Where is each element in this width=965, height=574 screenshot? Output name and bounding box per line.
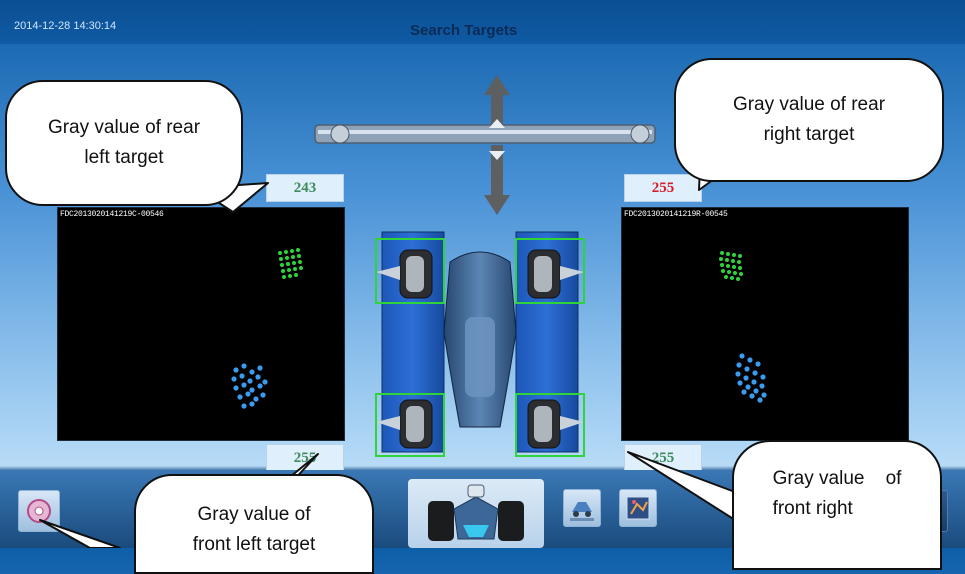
callout-rear-left-line1: Gray value of rear xyxy=(47,117,201,138)
callout-front-right: Gray value of front right xyxy=(732,440,942,570)
callout-rear-left: Gray value of rear left target xyxy=(5,80,243,206)
callout-front-right-line2: front right xyxy=(772,498,853,519)
callout-rear-right: Gray value of rear right target xyxy=(674,58,944,182)
callout-front-left-line2: front left target xyxy=(192,534,316,555)
callout-rear-left-line2: left target xyxy=(84,147,164,168)
callout-front-left-line1: Gray value of xyxy=(197,504,311,525)
callout-front-right-line1: Gray value of xyxy=(772,468,902,489)
callout-front-left: Gray value of front left target xyxy=(134,474,374,574)
callout-rear-right-line2: right target xyxy=(763,124,855,145)
callout-rear-right-line1: Gray value of rear xyxy=(732,94,886,115)
